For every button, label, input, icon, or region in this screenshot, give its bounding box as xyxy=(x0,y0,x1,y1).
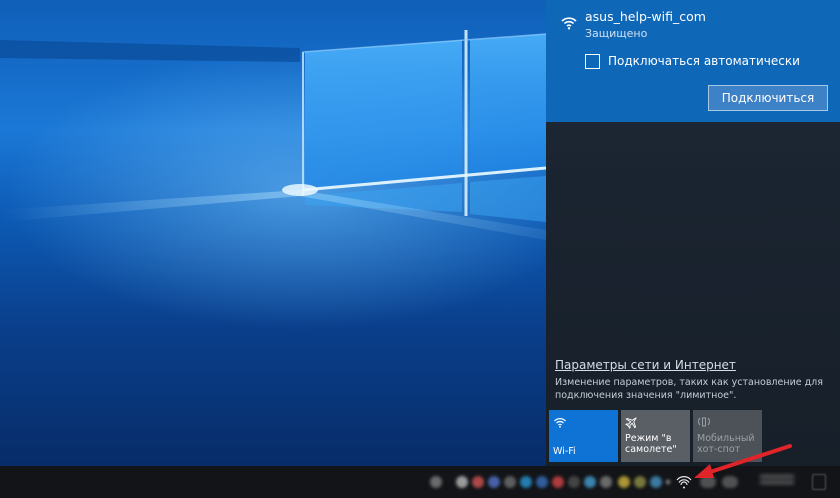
tray-icon[interactable] xyxy=(584,476,596,488)
tray-icon[interactable] xyxy=(600,476,612,488)
tray-dot xyxy=(666,480,670,484)
hotspot-icon xyxy=(698,417,710,427)
network-status: Защищено xyxy=(585,27,648,40)
network-settings-description: Изменение параметров, таких как установл… xyxy=(555,377,823,401)
tray-icon[interactable] xyxy=(536,476,548,488)
tray-icon[interactable] xyxy=(456,476,468,488)
windows-logo-light xyxy=(0,30,546,240)
tray-icon[interactable] xyxy=(430,476,442,488)
quick-action-label: Режим "в самолете" xyxy=(625,433,677,455)
tray-icon[interactable] xyxy=(650,476,662,488)
tray-icon[interactable] xyxy=(568,476,580,488)
auto-connect-checkbox[interactable] xyxy=(585,54,600,69)
tray-icon[interactable] xyxy=(520,476,532,488)
network-name: asus_help-wifi_com xyxy=(585,9,706,24)
network-settings-link[interactable]: Параметры сети и Интернет xyxy=(555,358,736,372)
action-center-icon[interactable] xyxy=(812,474,826,490)
annotation-arrow xyxy=(694,444,792,478)
quick-action-wifi[interactable]: Wi-Fi xyxy=(549,410,618,462)
wifi-icon xyxy=(554,418,566,428)
tray-icon[interactable] xyxy=(552,476,564,488)
wifi-secured-icon xyxy=(561,17,577,30)
auto-connect-label[interactable]: Подключаться автоматически xyxy=(608,54,800,68)
quick-action-airplane-mode[interactable]: Режим "в самолете" xyxy=(621,410,690,462)
tray-icon[interactable] xyxy=(618,476,630,488)
network-flyout: asus_help-wifi_com Защищено Подключаться… xyxy=(546,0,840,466)
tray-icon[interactable] xyxy=(504,476,516,488)
connect-button[interactable]: Подключиться xyxy=(708,85,828,111)
tray-icon[interactable] xyxy=(488,476,500,488)
airplane-icon xyxy=(625,417,637,429)
quick-action-label: Wi-Fi xyxy=(553,446,576,457)
network-item-selected[interactable]: asus_help-wifi_com Защищено Подключаться… xyxy=(546,0,840,122)
tray-icon[interactable] xyxy=(472,476,484,488)
tray-icon[interactable] xyxy=(634,476,646,488)
